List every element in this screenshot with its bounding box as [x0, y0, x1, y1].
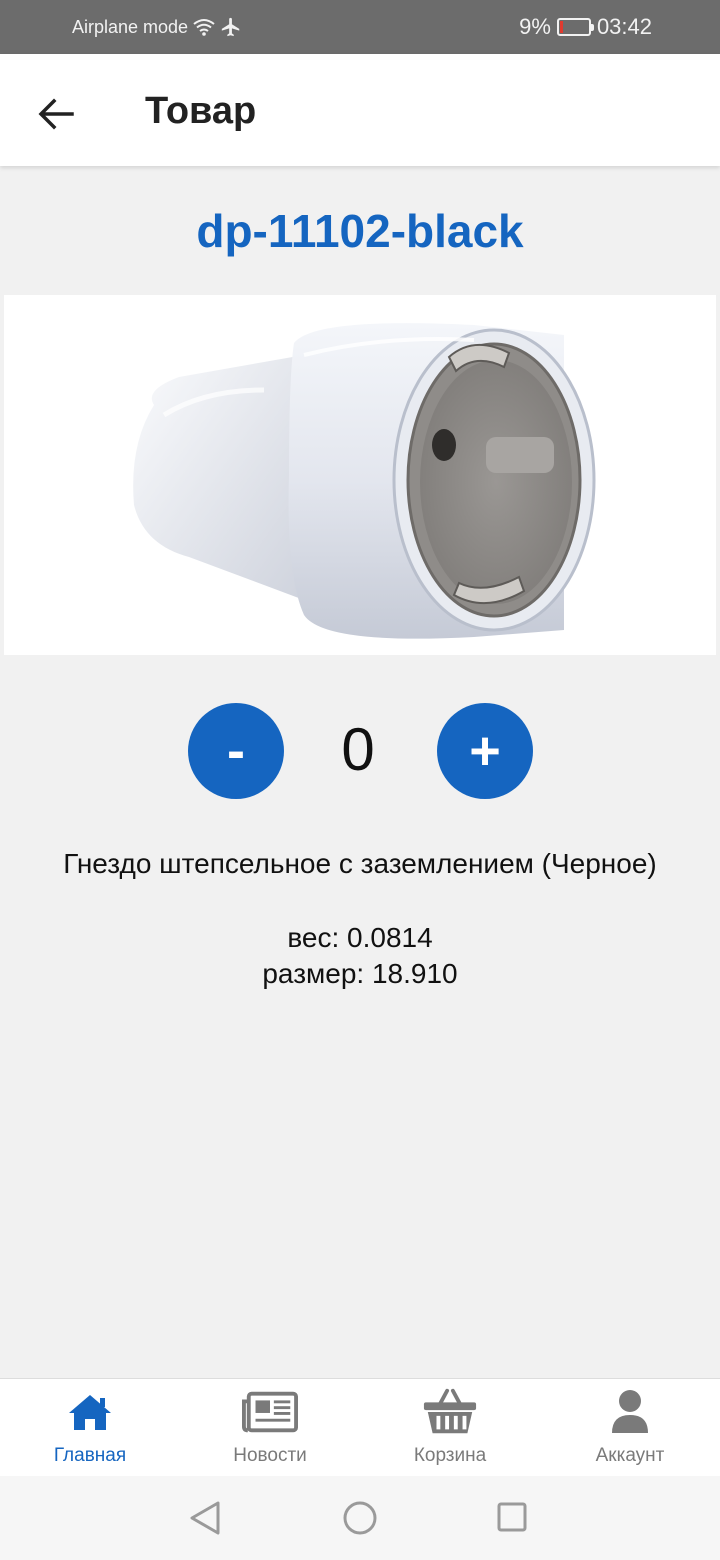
- product-code: dp-11102-black: [196, 205, 524, 257]
- battery-percent: 9%: [519, 14, 551, 39]
- airplane-mode-text: Airplane mode: [72, 16, 189, 37]
- airplane-icon: [221, 17, 240, 37]
- arrow-left-icon: [38, 98, 74, 130]
- basket-icon: [422, 1387, 478, 1437]
- battery-level: [559, 21, 563, 33]
- decrement-button[interactable]: -: [188, 703, 284, 799]
- nav-label-home: Главная: [53, 1445, 127, 1466]
- status-right: 9% 03:42: [519, 14, 652, 40]
- user-icon: [602, 1387, 658, 1437]
- clock: 03:42: [596, 14, 652, 39]
- bottom-navigation: Главная Новости Корзина Аккаунт: [0, 1378, 720, 1477]
- product-image: [4, 295, 716, 655]
- nav-label-news: Новости: [233, 1445, 307, 1466]
- product-weight: вес: 0.0814: [287, 922, 433, 953]
- quantity-value: 0: [341, 716, 375, 783]
- system-navigation-bar: [0, 1476, 720, 1560]
- status-left: Airplane mode: [72, 16, 242, 38]
- wifi-icon: [193, 19, 215, 36]
- battery-icon: [556, 18, 594, 36]
- status-bar: Airplane mode 9% 03:42: [0, 0, 720, 54]
- home-circle-icon[interactable]: [342, 1500, 378, 1536]
- page-title: Товар: [145, 90, 257, 132]
- increment-button[interactable]: +: [437, 703, 533, 799]
- nav-item-news[interactable]: Новости: [180, 1379, 360, 1477]
- socket-image: [133, 323, 596, 639]
- nav-item-home[interactable]: Главная: [0, 1379, 180, 1477]
- nav-item-account[interactable]: Аккаунт: [540, 1379, 720, 1477]
- home-icon: [62, 1387, 118, 1437]
- product-specs: вес: 0.0814 размер: 18.910: [0, 920, 720, 992]
- nav-item-cart[interactable]: Корзина: [360, 1379, 540, 1477]
- back-button[interactable]: [30, 88, 82, 140]
- recents-square-icon[interactable]: [496, 1501, 528, 1533]
- app-bar: Товар: [0, 54, 720, 166]
- back-triangle-icon[interactable]: [188, 1500, 222, 1536]
- nav-label-account: Аккаунт: [595, 1445, 665, 1466]
- quantity-stepper: - 0 +: [0, 703, 720, 799]
- nav-label-cart: Корзина: [413, 1445, 487, 1466]
- product-size: размер: 18.910: [262, 958, 458, 989]
- product-description: Гнездо штепсельное с заземлением (Черное…: [63, 848, 657, 879]
- newspaper-icon: [242, 1387, 298, 1437]
